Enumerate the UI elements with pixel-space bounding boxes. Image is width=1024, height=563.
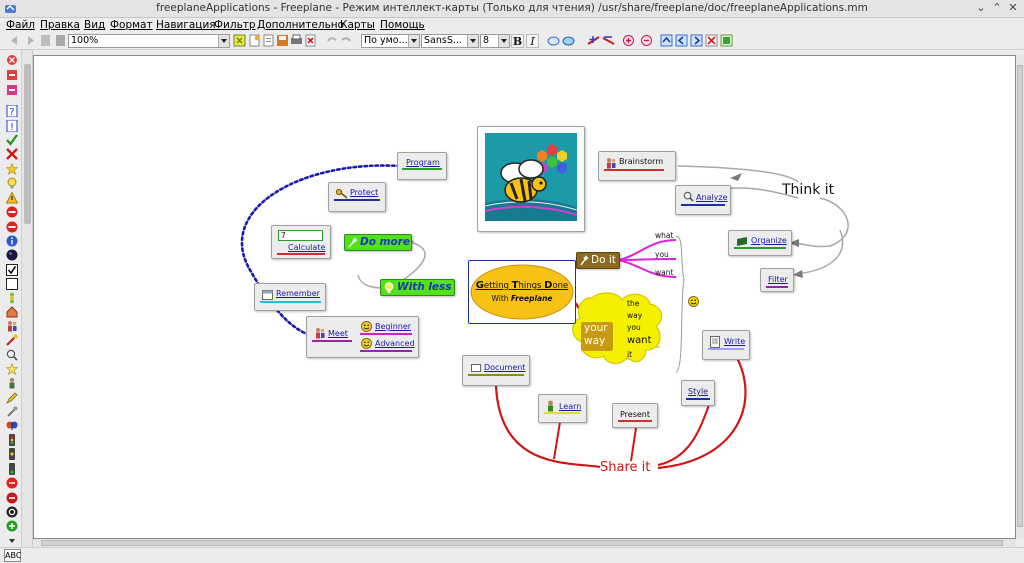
meet-link[interactable]: Meet xyxy=(328,329,348,338)
your-way-line2: way xyxy=(584,335,606,347)
node-underline xyxy=(402,168,442,170)
root-subtitle: With Freeplane xyxy=(491,294,553,303)
filter-node[interactable]: Filter xyxy=(760,268,794,292)
wand-icon xyxy=(580,255,589,266)
cloud-leaf-it[interactable]: it xyxy=(627,350,632,359)
people-icon xyxy=(316,328,325,339)
document-icon xyxy=(471,364,481,372)
cloud-leaf-you[interactable]: you xyxy=(627,323,641,332)
protect-link[interactable]: Protect xyxy=(350,188,378,197)
protect-node[interactable]: Protect xyxy=(328,182,386,212)
root-ellipse xyxy=(470,264,574,320)
node-underline xyxy=(312,340,352,342)
document-icon xyxy=(710,336,720,348)
spellcheck-button[interactable]: ABC xyxy=(4,549,21,562)
key-icon xyxy=(336,188,348,199)
learn-node[interactable]: Learn xyxy=(538,394,587,423)
style-link[interactable]: Style xyxy=(688,387,708,396)
learn-link[interactable]: Learn xyxy=(559,402,581,411)
organize-link[interactable]: Organize xyxy=(751,236,787,245)
bee-image-node[interactable] xyxy=(477,126,585,232)
analyze-link[interactable]: Analyze xyxy=(696,193,728,202)
node-underline xyxy=(686,398,710,400)
calculate-value-cell: 7 xyxy=(278,230,323,241)
people-icon xyxy=(607,158,616,169)
bee-image xyxy=(485,133,577,221)
do-more-label: Do more xyxy=(360,236,411,248)
do-it-leaf-you[interactable]: you xyxy=(655,250,669,259)
node-underline xyxy=(681,204,725,206)
with-less-node[interactable]: With less xyxy=(380,279,455,296)
smiley-icon xyxy=(688,296,699,307)
do-more-node[interactable]: Do more xyxy=(344,234,412,251)
status-bar: ABC xyxy=(0,547,1024,563)
share-it-label[interactable]: Share it xyxy=(600,460,650,475)
document-node[interactable]: Document xyxy=(462,355,530,386)
program-link[interactable]: Program xyxy=(406,158,440,167)
do-it-leaf-want[interactable]: want xyxy=(655,268,673,277)
write-node[interactable]: Write xyxy=(702,330,750,360)
magnifier-icon xyxy=(683,191,694,202)
do-it-node[interactable]: Do it xyxy=(576,252,620,269)
present-label: Present xyxy=(620,410,651,419)
document-link[interactable]: Document xyxy=(484,363,525,372)
beginner-link[interactable]: Beginner xyxy=(375,322,411,331)
root-title: Getting Things Done xyxy=(475,280,569,291)
organize-node[interactable]: Organize xyxy=(728,230,792,256)
node-underline xyxy=(708,348,744,350)
analyze-node[interactable]: Analyze xyxy=(675,185,731,215)
remember-link[interactable]: Remember xyxy=(276,289,320,298)
node-underline xyxy=(544,412,580,414)
node-underline xyxy=(360,350,412,352)
node-underline xyxy=(734,247,786,249)
node-underline xyxy=(334,199,380,201)
filter-link[interactable]: Filter xyxy=(768,275,788,284)
with-less-label: With less xyxy=(397,281,452,293)
smiley-icon xyxy=(361,338,372,349)
cloud-leaf-way[interactable]: way xyxy=(627,311,642,320)
root-node[interactable]: Getting Things Done With Freeplane xyxy=(468,260,576,324)
node-underline xyxy=(277,253,325,255)
remember-node[interactable]: Remember xyxy=(254,283,326,311)
node-underline xyxy=(766,286,788,288)
brainstorm-node[interactable]: Brainstorm xyxy=(598,151,676,181)
calculate-node[interactable]: 7 Calculate xyxy=(271,225,331,259)
calendar-icon xyxy=(262,290,273,300)
do-it-leaf-what[interactable]: what xyxy=(655,231,673,240)
cloud-leaf-the[interactable]: the xyxy=(627,299,639,308)
write-link[interactable]: Write xyxy=(724,337,745,346)
meet-node[interactable]: Meet Beginner Advanced xyxy=(306,316,419,358)
your-way-node[interactable]: your way xyxy=(581,322,613,351)
cloud-leaf-want[interactable]: want xyxy=(627,335,652,346)
node-underline xyxy=(360,333,412,335)
present-node[interactable]: Present xyxy=(612,403,658,428)
node-underline xyxy=(260,301,321,303)
advanced-link[interactable]: Advanced xyxy=(375,339,415,348)
folder-icon xyxy=(737,237,747,246)
calculate-link[interactable]: Calculate xyxy=(288,243,325,252)
program-node[interactable]: Program xyxy=(397,152,447,180)
smiley-icon xyxy=(361,321,372,332)
node-underline xyxy=(618,420,652,422)
node-underline xyxy=(468,374,524,376)
wand-icon xyxy=(348,237,358,248)
bulb-icon xyxy=(384,282,394,293)
style-node[interactable]: Style xyxy=(681,380,715,406)
think-it-label[interactable]: Think it xyxy=(782,182,834,198)
student-icon xyxy=(548,400,553,412)
brainstorm-label: Brainstorm xyxy=(619,157,664,166)
do-it-label: Do it xyxy=(591,254,616,266)
node-underline xyxy=(604,169,664,171)
your-way-line1: your xyxy=(584,322,608,334)
freeplane-window: freeplaneApplications - Freeplane - Режи… xyxy=(0,0,1024,563)
